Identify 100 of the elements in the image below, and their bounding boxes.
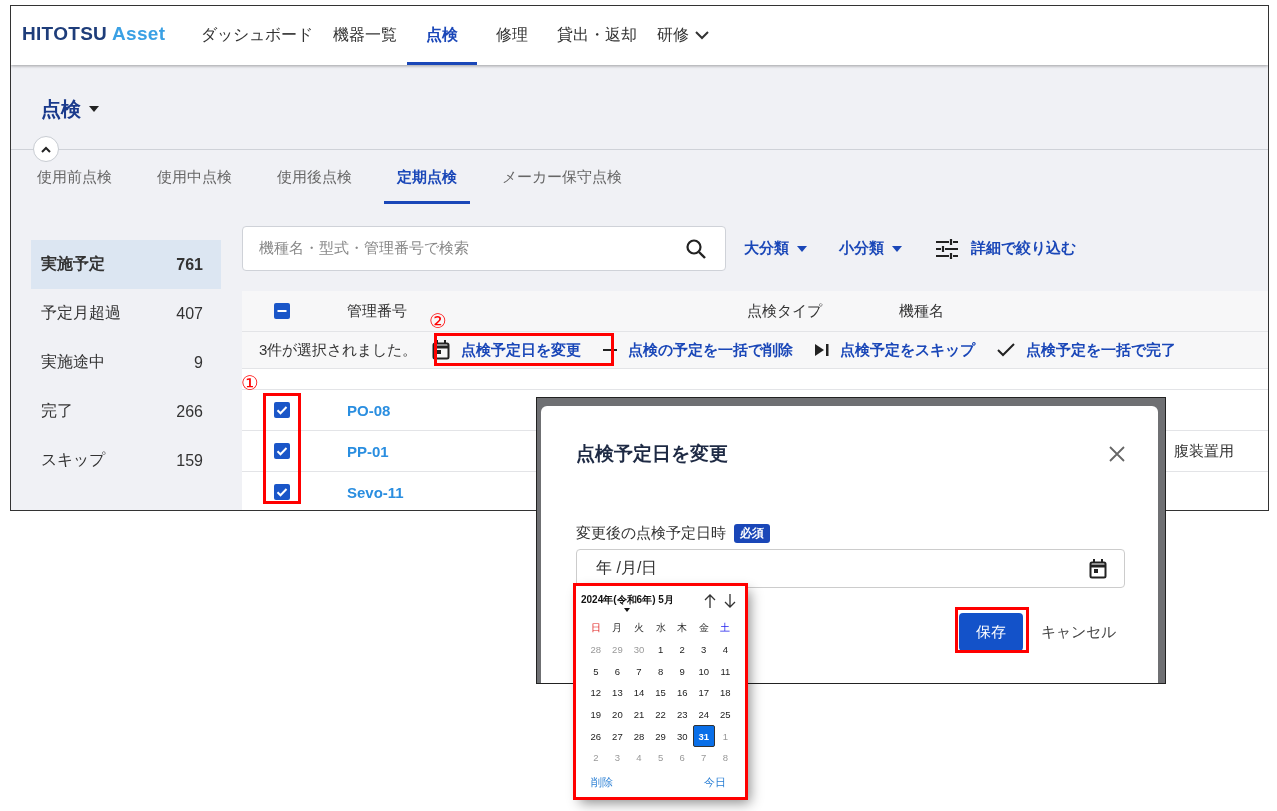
item-count: 266 <box>176 402 203 421</box>
caret-down-icon <box>624 608 631 612</box>
item-label: 実施途中 <box>41 352 105 372</box>
page-title[interactable]: 点検 <box>41 95 99 123</box>
calendar-day[interactable]: 27 <box>606 725 629 747</box>
calendar-day[interactable]: 5 <box>585 660 607 683</box>
caret-down-icon <box>797 245 807 252</box>
tab[interactable]: 使用前点検 <box>24 150 125 204</box>
action-button[interactable]: 点検予定を一括で完了 <box>986 334 1188 366</box>
tab[interactable]: メーカー保守点検 <box>489 150 635 204</box>
calendar-day[interactable]: 7 <box>628 660 650 683</box>
item-label: 完了 <box>41 401 73 421</box>
callout-number: ② <box>429 310 447 332</box>
calendar-day[interactable]: 18 <box>714 682 737 704</box>
calendar-day[interactable]: 26 <box>585 725 607 747</box>
calendar-day[interactable]: 20 <box>606 703 629 726</box>
cancel-button[interactable]: キャンセル <box>1041 622 1116 642</box>
nav-item[interactable]: 修理 <box>477 6 548 65</box>
collapse-button[interactable] <box>33 136 59 162</box>
calendar-day[interactable]: 16 <box>671 682 693 704</box>
item-label: 実施予定 <box>41 254 105 274</box>
tab[interactable]: 使用中点検 <box>144 150 245 204</box>
weekday-label: 火 <box>633 620 645 635</box>
calendar-day[interactable]: 2 <box>671 639 693 661</box>
calendar-day[interactable]: 13 <box>606 682 629 704</box>
search-field[interactable]: 機種名・型式・管理番号で検索 <box>242 226 726 271</box>
calendar-day[interactable]: 25 <box>714 703 737 726</box>
calendar-icon <box>1089 558 1107 579</box>
calendar-day[interactable]: 19 <box>585 703 607 726</box>
weekday-label: 土 <box>719 620 732 635</box>
calendar-day[interactable]: 1 <box>649 639 672 661</box>
calendar-icon <box>432 340 451 360</box>
nav-item[interactable]: 機器一覧 <box>323 6 408 65</box>
calendar-day[interactable]: 17 <box>692 682 715 704</box>
calendar-day[interactable]: 24 <box>692 703 715 726</box>
filter-dropdown[interactable]: 小分類 <box>839 239 902 258</box>
item-label: スキップ <box>41 450 105 470</box>
filter-icon <box>936 238 958 259</box>
calendar-day[interactable]: 22 <box>649 703 672 726</box>
column-header: 管理番号 <box>347 301 407 319</box>
tab[interactable]: 使用後点検 <box>264 150 365 204</box>
caret-down-icon <box>89 106 99 112</box>
minus-icon <box>603 348 618 352</box>
calendar-day[interactable]: 4 <box>714 639 737 661</box>
close-icon[interactable] <box>1109 446 1125 462</box>
selection-count: 3件が選択されました。 <box>259 340 418 360</box>
tab[interactable]: 定期点検 <box>384 150 470 204</box>
save-button[interactable]: 保存 <box>959 613 1023 651</box>
checkbox[interactable] <box>274 484 290 500</box>
calendar-day[interactable]: 28 <box>628 725 650 747</box>
dialog-title: 点検予定日を変更 <box>576 442 728 466</box>
sidebar-item[interactable]: 実施予定 761 <box>31 240 221 289</box>
required-badge: 必須 <box>734 523 770 543</box>
calendar-day[interactable]: 29 <box>649 725 672 747</box>
calendar-day[interactable]: 11 <box>714 660 737 683</box>
filter-button[interactable]: 詳細で絞り込む <box>936 238 1076 259</box>
calendar-day[interactable]: 9 <box>671 660 693 683</box>
filter-dropdown[interactable]: 大分類 <box>744 239 807 258</box>
calendar-day[interactable]: 23 <box>671 703 693 726</box>
action-button[interactable]: 点検予定をスキップ <box>804 334 987 366</box>
app-logo: HITOTSU Asset <box>22 23 166 46</box>
skip-icon <box>815 344 830 356</box>
arrow-down-icon[interactable] <box>724 594 736 608</box>
caret-down-icon <box>892 245 902 252</box>
chevron-up-icon <box>41 145 51 153</box>
nav-item[interactable]: 点検 <box>407 6 478 65</box>
sidebar-item[interactable]: 完了 266 <box>31 387 221 436</box>
arrow-up-icon[interactable] <box>704 594 716 608</box>
weekday-label: 金 <box>697 620 710 635</box>
month-picker[interactable]: 2024年(令和6年) 5月 <box>581 591 674 612</box>
checkbox[interactable] <box>274 402 290 418</box>
calendar-day[interactable]: 14 <box>628 682 650 704</box>
weekday-label: 木 <box>676 620 689 635</box>
calendar-day[interactable]: 21 <box>628 703 650 726</box>
weekday-label: 水 <box>654 620 667 635</box>
action-button[interactable]: 点検予定日を変更 <box>421 334 593 366</box>
calendar-day[interactable]: 8 <box>649 660 672 683</box>
calendar-day[interactable]: 31 <box>692 725 715 747</box>
item-count: 761 <box>176 255 203 274</box>
sidebar-item[interactable]: 実施途中 9 <box>31 338 221 387</box>
sidebar-item[interactable]: スキップ 159 <box>31 436 221 485</box>
calendar-day[interactable]: 10 <box>692 660 715 683</box>
action-button[interactable]: 点検の予定を一括で削除 <box>592 334 805 366</box>
clear-link[interactable]: 削除 <box>591 775 613 790</box>
checkbox[interactable] <box>274 443 290 459</box>
search-icon <box>686 238 706 259</box>
calendar-day[interactable]: 6 <box>606 660 629 683</box>
calendar-day[interactable]: 3 <box>692 639 715 661</box>
calendar-day[interactable]: 15 <box>649 682 672 704</box>
callout-number: ① <box>241 372 259 394</box>
nav-item[interactable]: 貸出・返却 <box>547 6 648 65</box>
calendar-day[interactable]: 30 <box>671 725 693 747</box>
nav-item[interactable]: 研修 <box>647 6 720 65</box>
calendar-day[interactable]: 12 <box>585 682 607 704</box>
item-label: 予定月超過 <box>41 303 121 323</box>
nav-item[interactable]: ダッシュボード <box>191 6 324 65</box>
item-count: 159 <box>176 451 203 470</box>
checkbox[interactable] <box>274 303 290 319</box>
today-link[interactable]: 今日 <box>704 775 726 790</box>
sidebar-item[interactable]: 予定月超過 407 <box>31 289 221 338</box>
